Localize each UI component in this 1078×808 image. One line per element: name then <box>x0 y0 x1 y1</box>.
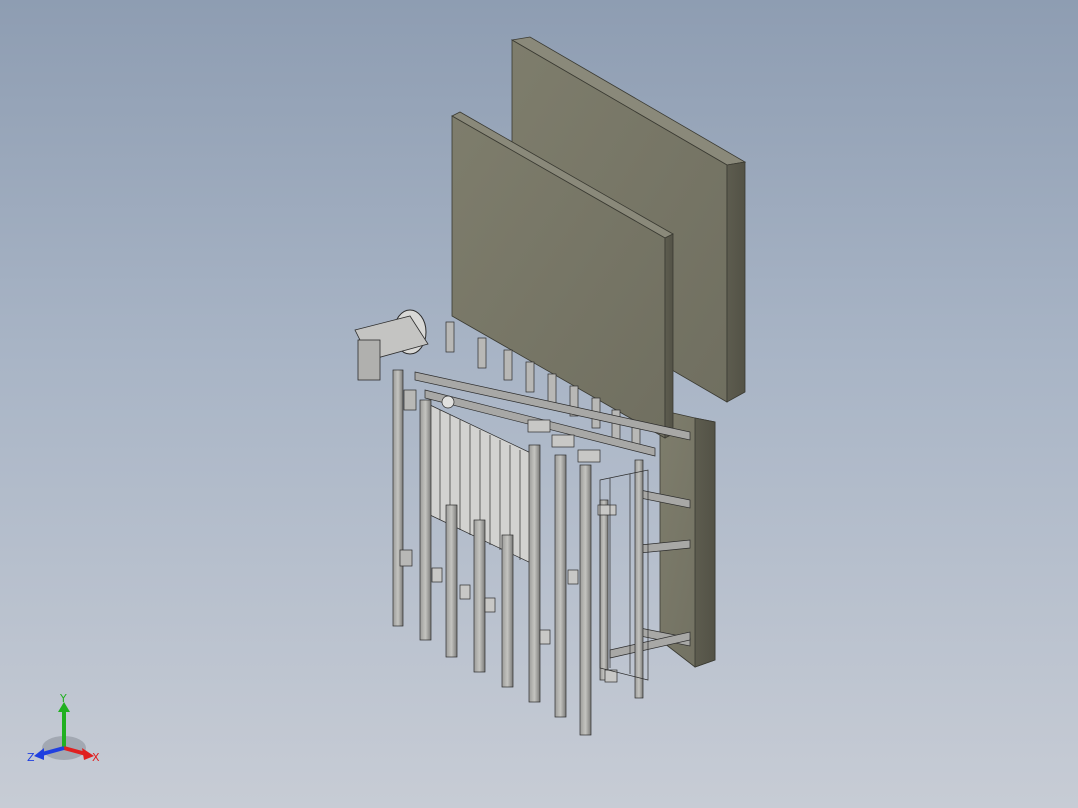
left-column[interactable] <box>392 369 417 627</box>
y-axis-label: Y <box>59 692 67 705</box>
graphics-viewport[interactable]: Y X Z <box>0 0 1078 808</box>
z-axis-head <box>34 748 44 760</box>
cable-reel[interactable] <box>354 309 429 381</box>
x-axis-label: X <box>92 751 100 764</box>
view-triad[interactable]: Y X Z <box>22 690 112 770</box>
z-axis-label: Z <box>27 751 35 764</box>
assembly-model[interactable] <box>0 0 1078 808</box>
lower-panel[interactable] <box>659 409 716 668</box>
